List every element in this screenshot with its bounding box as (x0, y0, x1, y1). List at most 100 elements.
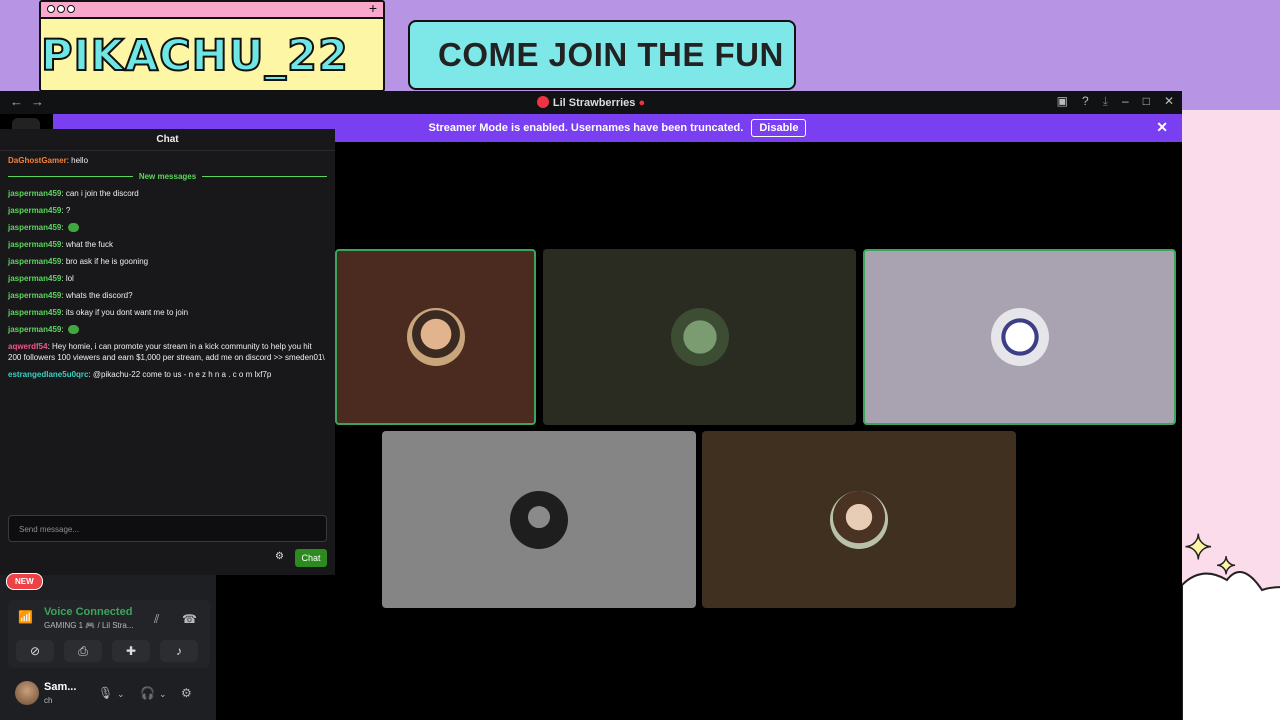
chat-title: Chat (0, 129, 335, 151)
chat-text: : what the fuck (61, 240, 113, 249)
chat-username[interactable]: jasperman459 (8, 240, 61, 249)
chat-username[interactable]: jasperman459 (8, 223, 61, 232)
screen-icon[interactable]: ▣ (1057, 94, 1068, 109)
soundboard-button[interactable]: ♪ (160, 640, 198, 662)
strawberry-icon: ● (638, 97, 646, 109)
chat-input[interactable]: Send message... (8, 515, 327, 542)
avatar (670, 308, 729, 366)
chevron-down-icon[interactable]: ⌄ (117, 689, 125, 700)
voice-status[interactable]: Voice Connected (44, 606, 132, 618)
settings-icon[interactable]: ⚙ (181, 686, 192, 700)
chat-message: jasperman459: (8, 222, 327, 233)
microphone-icon[interactable]: 🎙 (98, 686, 113, 700)
chat-message: jasperman459: ? (8, 205, 327, 216)
chat-message: jasperman459: bro ask if he is gooning (8, 256, 327, 267)
window-dot-icon (47, 5, 55, 13)
chat-message: estrangedlane5u0qrc: @pikachu-22 come to… (8, 369, 327, 380)
chat-username[interactable]: DaGhostGamer (8, 156, 67, 165)
avatar (830, 490, 888, 549)
chat-text: : (61, 223, 64, 232)
video-tile[interactable] (335, 249, 536, 425)
chat-message: jasperman459: (8, 324, 327, 335)
chat-username[interactable]: jasperman459 (8, 325, 61, 334)
chat-text: : (61, 325, 64, 334)
sparkle-icon: ✦ (1215, 552, 1237, 581)
chat-username[interactable]: jasperman459 (8, 308, 61, 317)
sparkle-icon: ✦ (1183, 528, 1213, 568)
banner-text: Streamer Mode is enabled. Usernames have… (428, 122, 744, 134)
chat-panel: Chat DaGhostGamer: hello New messages jasp… (0, 129, 335, 575)
video-tile[interactable] (543, 249, 856, 425)
chat-username[interactable]: jasperman459 (8, 206, 61, 215)
voice-action-buttons: ⊘ ⎙ ✚ ♪ (16, 640, 198, 662)
chat-text: : bro ask if he is gooning (61, 257, 149, 266)
window-dot-icon (57, 5, 65, 13)
close-window-icon[interactable]: ✕ (1164, 94, 1174, 109)
banner-close-icon[interactable]: ✕ (1156, 119, 1168, 136)
emote-icon (67, 223, 79, 232)
new-messages-label: New messages (138, 172, 197, 181)
chat-text: : its okay if you dont want me to join (61, 308, 189, 317)
voice-channel[interactable]: GAMING 1 🎮 / Lil Stra... (44, 621, 134, 630)
chat-text: : @pikachu-22 come to us - n e z h n a .… (88, 370, 272, 379)
user-status: ch (44, 696, 53, 705)
screen-share-button[interactable]: ⎙ (64, 640, 102, 662)
avatar (990, 308, 1049, 366)
minimize-icon[interactable]: – (1122, 94, 1129, 109)
chat-username[interactable]: jasperman459 (8, 189, 61, 198)
noise-suppression-icon[interactable]: ⫽ (154, 612, 159, 627)
user-panel: Sam... ch 🎙 ⌄ 🎧 ⌄ ⚙ (0, 676, 216, 720)
streamer-name-window: + PIKACHU_22 (39, 0, 385, 92)
activities-button[interactable]: ✚ (112, 640, 150, 662)
chat-text: : ? (61, 206, 71, 215)
signal-icon: 📶 (18, 610, 33, 624)
plus-icon: + (368, 0, 377, 16)
chat-send-button[interactable]: Chat (295, 549, 327, 567)
new-messages-divider: New messages (8, 172, 327, 181)
video-tile[interactable] (382, 431, 696, 608)
chat-username[interactable]: jasperman459 (8, 257, 61, 266)
video-tile[interactable] (702, 431, 1016, 608)
help-icon[interactable]: ? (1082, 94, 1089, 109)
chat-message: jasperman459: lol (8, 273, 327, 284)
chat-messages: DaGhostGamer: hello New messages jasperman… (0, 151, 335, 390)
streamer-name: PIKACHU_22 (41, 30, 349, 82)
chat-message: aqwerdf54: Hey homie, i can promote your… (8, 341, 327, 363)
avatar (510, 490, 568, 549)
camera-off-button[interactable]: ⊘ (16, 640, 54, 662)
chat-username[interactable]: aqwerdf54 (8, 342, 48, 351)
emote-icon (67, 325, 79, 334)
download-icon[interactable]: ⤓ (1103, 94, 1108, 109)
window-dot-icon (67, 5, 75, 13)
disable-button[interactable]: Disable (751, 119, 807, 137)
video-tile[interactable] (863, 249, 1176, 425)
gear-icon[interactable]: ⚙ (275, 551, 284, 562)
chat-text: : can i join the discord (61, 189, 139, 198)
titlebar: ←→ Lil Strawberries ● ▣ ? ⤓ – □ ✕ (0, 91, 1182, 114)
chat-message: jasperman459: what the fuck (8, 239, 327, 250)
new-badge[interactable]: NEW (6, 573, 43, 590)
maximize-icon[interactable]: □ (1143, 94, 1150, 109)
chevron-down-icon[interactable]: ⌄ (159, 689, 167, 700)
join-banner: COME JOIN THE FUN (408, 20, 796, 90)
disconnect-icon[interactable]: ☎ (182, 612, 197, 626)
chat-username[interactable]: jasperman459 (8, 291, 61, 300)
headphones-icon[interactable]: 🎧 (140, 686, 155, 700)
avatar (406, 308, 465, 366)
chat-message: jasperman459: can i join the discord (8, 188, 327, 199)
server-title: Lil Strawberries (552, 97, 636, 109)
chat-text: : lol (61, 274, 74, 283)
avatar[interactable] (15, 681, 39, 705)
chat-message: jasperman459: whats the discord? (8, 290, 327, 301)
window-titlebar: + (41, 2, 383, 19)
chat-username[interactable]: estrangedlane5u0qrc (8, 370, 88, 379)
chat-username[interactable]: jasperman459 (8, 274, 61, 283)
user-name[interactable]: Sam... (44, 681, 76, 693)
chat-message: jasperman459: its okay if you dont want … (8, 307, 327, 318)
chat-text: : Hey homie, i can promote your stream i… (8, 342, 325, 362)
window-controls: ▣ ? ⤓ – □ ✕ (1057, 94, 1174, 109)
chat-message: DaGhostGamer: hello (8, 155, 327, 166)
cloud-decoration (1182, 571, 1280, 720)
chat-text: : whats the discord? (61, 291, 133, 300)
server-logo-icon (536, 96, 549, 108)
